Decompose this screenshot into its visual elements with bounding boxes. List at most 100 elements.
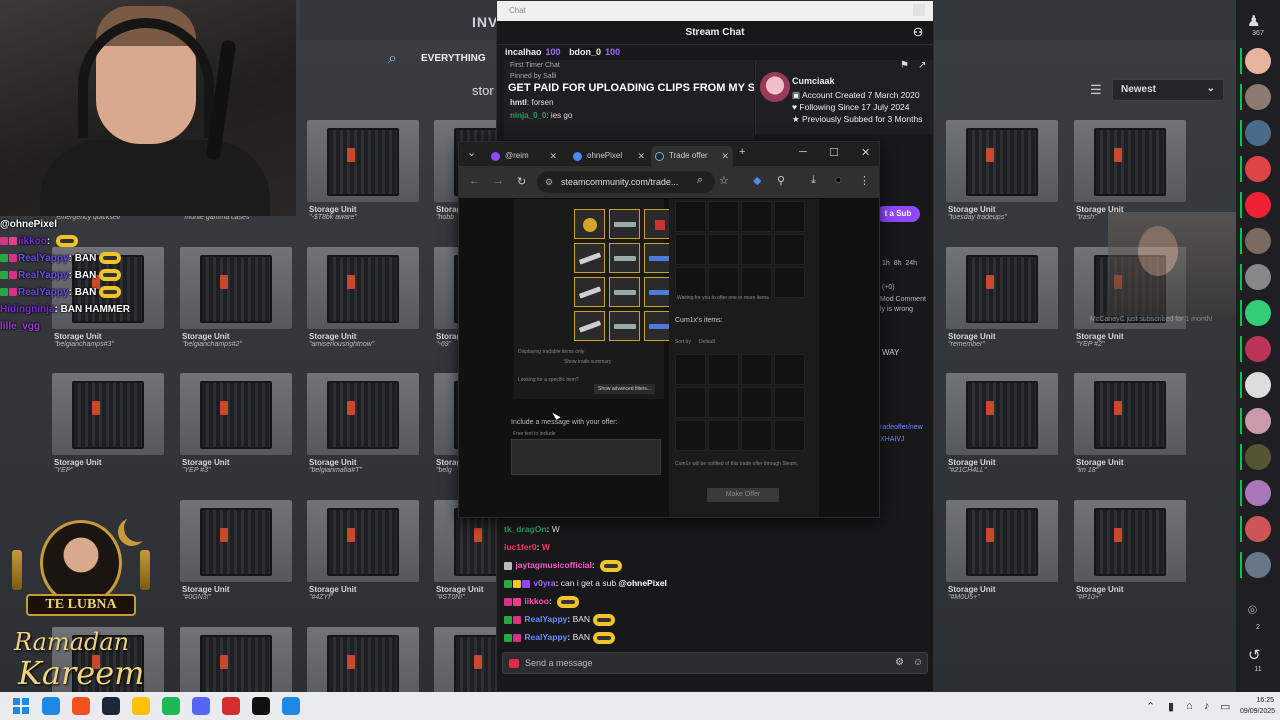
item-slot[interactable] xyxy=(774,201,805,232)
storage-unit[interactable]: Storage Unit "#21CH4LL" xyxy=(946,373,1058,481)
close-icon[interactable]: ✕ xyxy=(721,146,729,166)
item-slot[interactable] xyxy=(741,387,772,418)
show-trade-summary-link[interactable]: Show trade summary xyxy=(564,359,611,365)
trade-item[interactable] xyxy=(609,311,640,341)
trade-item[interactable] xyxy=(609,209,640,239)
search-icon[interactable]: ⌕ xyxy=(388,50,397,68)
advanced-filters-button[interactable]: Show advanced filters... xyxy=(594,384,656,394)
message-textarea[interactable] xyxy=(511,439,661,475)
bookmark-star-icon[interactable]: ☆ xyxy=(719,174,729,187)
network-icon[interactable]: ⌂ xyxy=(1186,700,1193,712)
avatar[interactable] xyxy=(1245,192,1271,218)
back-icon[interactable]: ← xyxy=(469,175,480,187)
item-slot[interactable] xyxy=(708,420,739,451)
item-slot[interactable] xyxy=(708,267,739,298)
taskbar-app-icon[interactable] xyxy=(42,697,60,715)
emoji-icon[interactable]: ☺ xyxy=(913,653,923,673)
item-slot[interactable] xyxy=(741,267,772,298)
item-slot[interactable] xyxy=(675,420,706,451)
storage-unit[interactable]: Storage Unit "YEP #3" xyxy=(180,373,292,481)
extensions-icon[interactable]: ⚲ xyxy=(777,174,785,187)
item-slot[interactable] xyxy=(675,387,706,418)
avatar[interactable] xyxy=(1245,300,1271,326)
avatar[interactable] xyxy=(1245,444,1271,470)
avatar[interactable] xyxy=(1245,552,1271,578)
sort-by-select[interactable]: Default xyxy=(699,339,715,345)
avatar[interactable] xyxy=(1245,120,1271,146)
item-slot[interactable] xyxy=(708,354,739,385)
storage-unit[interactable]: Storage Unit "amiserlousrightnow" xyxy=(307,247,419,355)
windows-start-icon[interactable] xyxy=(12,697,30,715)
forward-icon[interactable]: → xyxy=(493,175,504,187)
taskbar-app-icon[interactable] xyxy=(132,697,150,715)
trade-item[interactable] xyxy=(574,243,605,273)
new-tab-icon[interactable]: + xyxy=(739,146,745,158)
item-slot[interactable] xyxy=(741,420,772,451)
item-slot[interactable] xyxy=(741,234,772,265)
storage-unit[interactable]: Storage Unit "im 18" xyxy=(1074,373,1186,481)
storage-unit[interactable]: Storage Unit "tuesday tradeups" xyxy=(946,120,1058,228)
chat-input[interactable]: Send a message ⚙ ☺ xyxy=(502,652,928,674)
storage-unit[interactable] xyxy=(180,627,292,692)
avatar[interactable] xyxy=(1245,516,1271,542)
item-slot[interactable] xyxy=(675,354,706,385)
avatar[interactable] xyxy=(1245,372,1271,398)
item-slot[interactable] xyxy=(708,201,739,232)
tray-app-icon[interactable]: ▮ xyxy=(1168,700,1174,713)
close-window-icon[interactable]: ✕ xyxy=(861,146,870,159)
url-field[interactable]: ⚙ steamcommunity.com/trade... xyxy=(537,171,715,193)
extension-icon[interactable]: ◆ xyxy=(753,174,761,187)
avatar[interactable] xyxy=(1245,480,1271,506)
download-icon[interactable]: ⤓ xyxy=(811,174,816,187)
browser-tab[interactable]: ohnePixel ✕ xyxy=(569,146,649,166)
item-slot[interactable] xyxy=(708,234,739,265)
battery-icon[interactable]: ▭ xyxy=(1220,700,1230,713)
volume-icon[interactable]: ♪ xyxy=(1204,700,1210,712)
item-slot[interactable] xyxy=(774,234,805,265)
item-slot[interactable] xyxy=(774,354,805,385)
avatar[interactable] xyxy=(1245,408,1271,434)
storage-unit[interactable]: Storage Unit "remember" xyxy=(946,247,1058,355)
taskbar-app-icon[interactable] xyxy=(282,697,300,715)
zoom-icon[interactable]: ⌕ xyxy=(697,174,703,187)
storage-unit[interactable]: Storage Unit "#M0U5+" xyxy=(946,500,1058,608)
flag-icon[interactable]: ⚑ xyxy=(900,60,909,71)
make-offer-button[interactable]: Make Offer xyxy=(707,488,779,502)
storage-unit[interactable]: Storage Unit "#P10+" xyxy=(1074,500,1186,608)
avatar[interactable] xyxy=(1245,156,1271,182)
broadcast-icon[interactable]: ⌾ xyxy=(1248,602,1257,619)
item-slot[interactable] xyxy=(675,234,706,265)
history-icon[interactable]: ↺ xyxy=(1248,646,1261,664)
clock[interactable]: 16:25 09/09/2025 xyxy=(1240,695,1275,717)
tab-storage[interactable]: stor xyxy=(472,83,494,98)
item-slot[interactable] xyxy=(708,387,739,418)
browser-tab[interactable]: @reim ✕ xyxy=(487,146,561,166)
close-icon[interactable]: ✕ xyxy=(637,146,645,166)
site-info-icon[interactable]: ⚙ xyxy=(545,171,553,193)
item-slot[interactable] xyxy=(774,420,805,451)
close-icon[interactable] xyxy=(913,4,925,16)
item-slot[interactable] xyxy=(774,267,805,298)
taskbar-app-icon[interactable] xyxy=(162,697,180,715)
item-slot[interactable] xyxy=(741,354,772,385)
settings-icon[interactable]: ⚙ xyxy=(895,653,904,673)
profile-avatar[interactable]: ● xyxy=(835,174,842,186)
taskbar-app-icon[interactable] xyxy=(72,697,90,715)
minimize-icon[interactable]: ─ xyxy=(799,146,807,158)
sort-dropdown[interactable]: Newest ⌄ xyxy=(1112,79,1224,101)
close-icon[interactable]: ✕ xyxy=(549,146,557,166)
trade-item[interactable] xyxy=(574,311,605,341)
reload-icon[interactable]: ↻ xyxy=(517,175,526,188)
trade-item[interactable] xyxy=(574,209,605,239)
taskbar-app-icon[interactable] xyxy=(222,697,240,715)
users-icon[interactable]: ⚇ xyxy=(913,21,923,45)
avatar[interactable] xyxy=(1245,264,1271,290)
storage-unit[interactable] xyxy=(307,627,419,692)
avatar[interactable] xyxy=(1245,48,1271,74)
browser-tab-active[interactable]: Trade offer ✕ xyxy=(651,146,733,166)
maximize-icon[interactable]: ☐ xyxy=(829,146,839,159)
gift-sub-button[interactable]: t a Sub xyxy=(876,206,920,222)
storage-unit[interactable]: Storage Unit "-$T8bk aware" xyxy=(307,120,419,228)
storage-unit[interactable]: Storage Unit "#0GN3!" xyxy=(180,500,292,608)
avatar[interactable] xyxy=(1245,336,1271,362)
